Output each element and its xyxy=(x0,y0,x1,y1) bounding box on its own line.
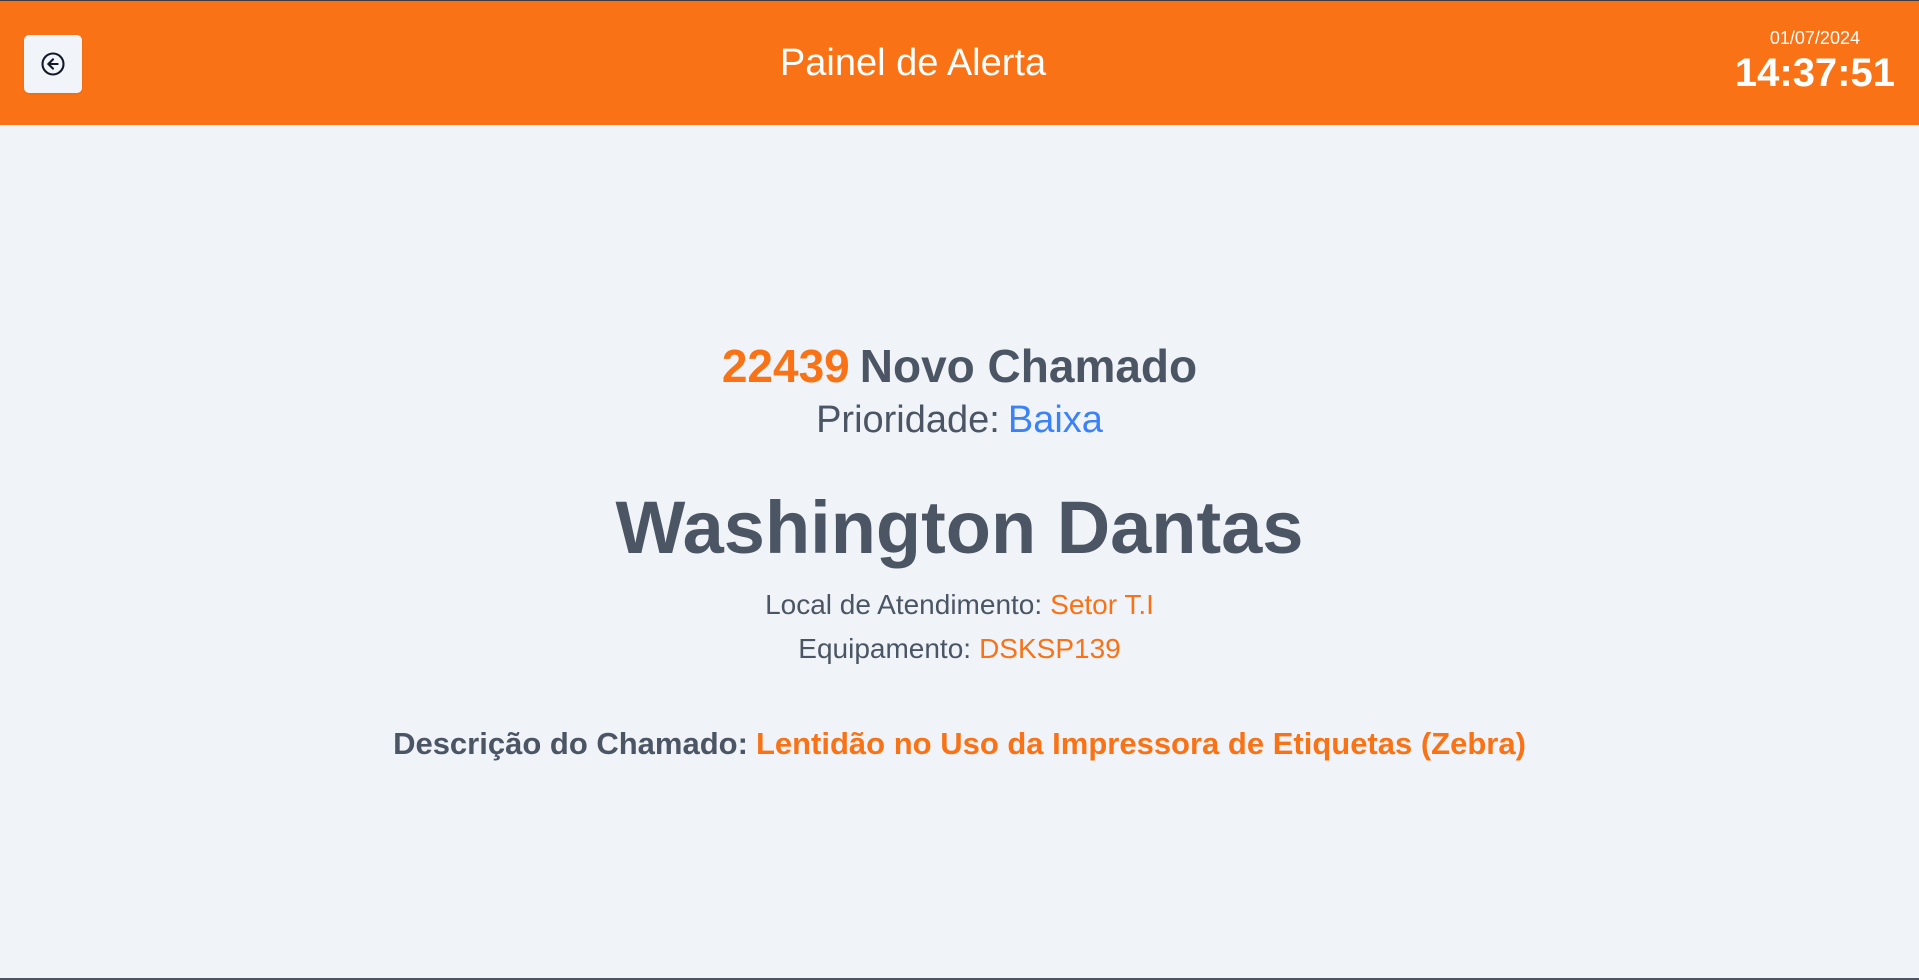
current-time: 14:37:51 xyxy=(1734,51,1895,95)
priority-label: Prioridade: xyxy=(816,399,1000,441)
equipment-value: DSKSP139 xyxy=(979,633,1121,664)
location-row: Local de Atendimento: Setor T.I xyxy=(0,587,1919,623)
requester-name: Washington Dantas xyxy=(615,486,1304,569)
ticket-heading: 22439 Novo Chamado xyxy=(0,338,1919,394)
description-row: Descrição do Chamado: Lentidão no Uso da … xyxy=(0,724,1919,764)
description-value: Lentidão no Uso da Impressora de Etiquet… xyxy=(755,726,1526,761)
equipment-row: Equipamento: DSKSP139 xyxy=(0,631,1919,667)
current-date: 01/07/2024 xyxy=(1769,28,1860,48)
ticket-status: Novo Chamado xyxy=(859,340,1198,392)
priority-value: Baixa xyxy=(1007,399,1103,441)
equipment-label: Equipamento: xyxy=(798,633,972,664)
ticket-number: 22439 xyxy=(721,340,850,392)
description-label: Descrição do Chamado: xyxy=(393,726,748,761)
page-title: Painel de Alerta xyxy=(779,42,1047,84)
date-time-display: 01/07/2024 14:37:51 xyxy=(1735,27,1895,95)
location-label: Local de Atendimento: xyxy=(765,589,1043,620)
alert-panel-page: Painel de Alerta 01/07/2024 14:37:51 224… xyxy=(0,0,1919,980)
app-header: Painel de Alerta 01/07/2024 14:37:51 xyxy=(0,0,1919,125)
priority-row: Prioridade: Baixa xyxy=(0,397,1919,443)
location-value: Setor T.I xyxy=(1050,589,1154,620)
